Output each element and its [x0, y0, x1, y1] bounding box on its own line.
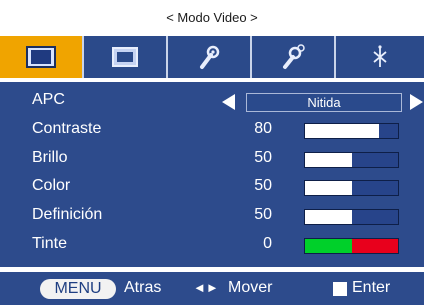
level-bar[interactable] — [304, 209, 399, 225]
apc-value[interactable]: Nitida — [246, 93, 402, 112]
tint-bar[interactable] — [304, 238, 399, 254]
level-bar[interactable] — [304, 180, 399, 196]
setting-label: Definición — [32, 206, 103, 223]
tab-network[interactable] — [336, 36, 424, 78]
left-arrow-icon[interactable] — [222, 94, 235, 110]
row-brillo[interactable]: Brillo 50 — [0, 144, 424, 172]
setting-value: 50 — [254, 177, 272, 194]
tab-picture[interactable] — [0, 36, 84, 78]
tint-label: Tinte — [32, 235, 67, 252]
right-arrow-icon[interactable] — [410, 94, 423, 110]
wrench-icon — [200, 45, 220, 69]
level-bar[interactable] — [304, 152, 399, 168]
wrench-gear-icon — [283, 44, 305, 69]
network-icon — [373, 45, 387, 67]
left-right-arrows-icon: ◄► — [193, 280, 219, 295]
setting-label: Color — [32, 177, 71, 194]
row-tinte[interactable]: Tinte 0 — [0, 230, 424, 258]
footer-hints: MENU Atras ◄► Mover Enter — [0, 272, 424, 305]
row-contraste[interactable]: Contraste 80 — [0, 115, 424, 143]
tab-setup[interactable] — [168, 36, 252, 78]
setting-value: 50 — [254, 149, 272, 166]
move-hint: Mover — [228, 279, 273, 296]
picture-icon — [26, 46, 56, 68]
row-definicion[interactable]: Definición 50 — [0, 201, 424, 229]
settings-panel: APC Nitida Contraste 80 Brillo 50 Color … — [0, 82, 424, 267]
level-bar[interactable] — [304, 123, 399, 139]
tint-value: 0 — [263, 235, 272, 252]
tint-red — [351, 239, 398, 253]
apc-label: APC — [32, 91, 65, 108]
row-apc[interactable]: APC Nitida — [0, 86, 424, 114]
setting-label: Contraste — [32, 120, 102, 137]
setting-value: 80 — [254, 120, 272, 137]
tint-green — [305, 239, 352, 253]
enter-hint: Enter — [352, 279, 391, 296]
menu-button[interactable]: MENU — [40, 279, 116, 299]
tab-screen[interactable] — [84, 36, 168, 78]
tab-option[interactable] — [252, 36, 336, 78]
back-hint: Atras — [124, 279, 162, 296]
row-color[interactable]: Color 50 — [0, 172, 424, 200]
screen-icon — [112, 47, 138, 67]
tab-bar — [0, 36, 424, 78]
enter-square-icon — [333, 282, 347, 296]
setting-value: 50 — [254, 206, 272, 223]
setting-label: Brillo — [32, 149, 68, 166]
menu-title: < Modo Video > — [166, 10, 258, 25]
